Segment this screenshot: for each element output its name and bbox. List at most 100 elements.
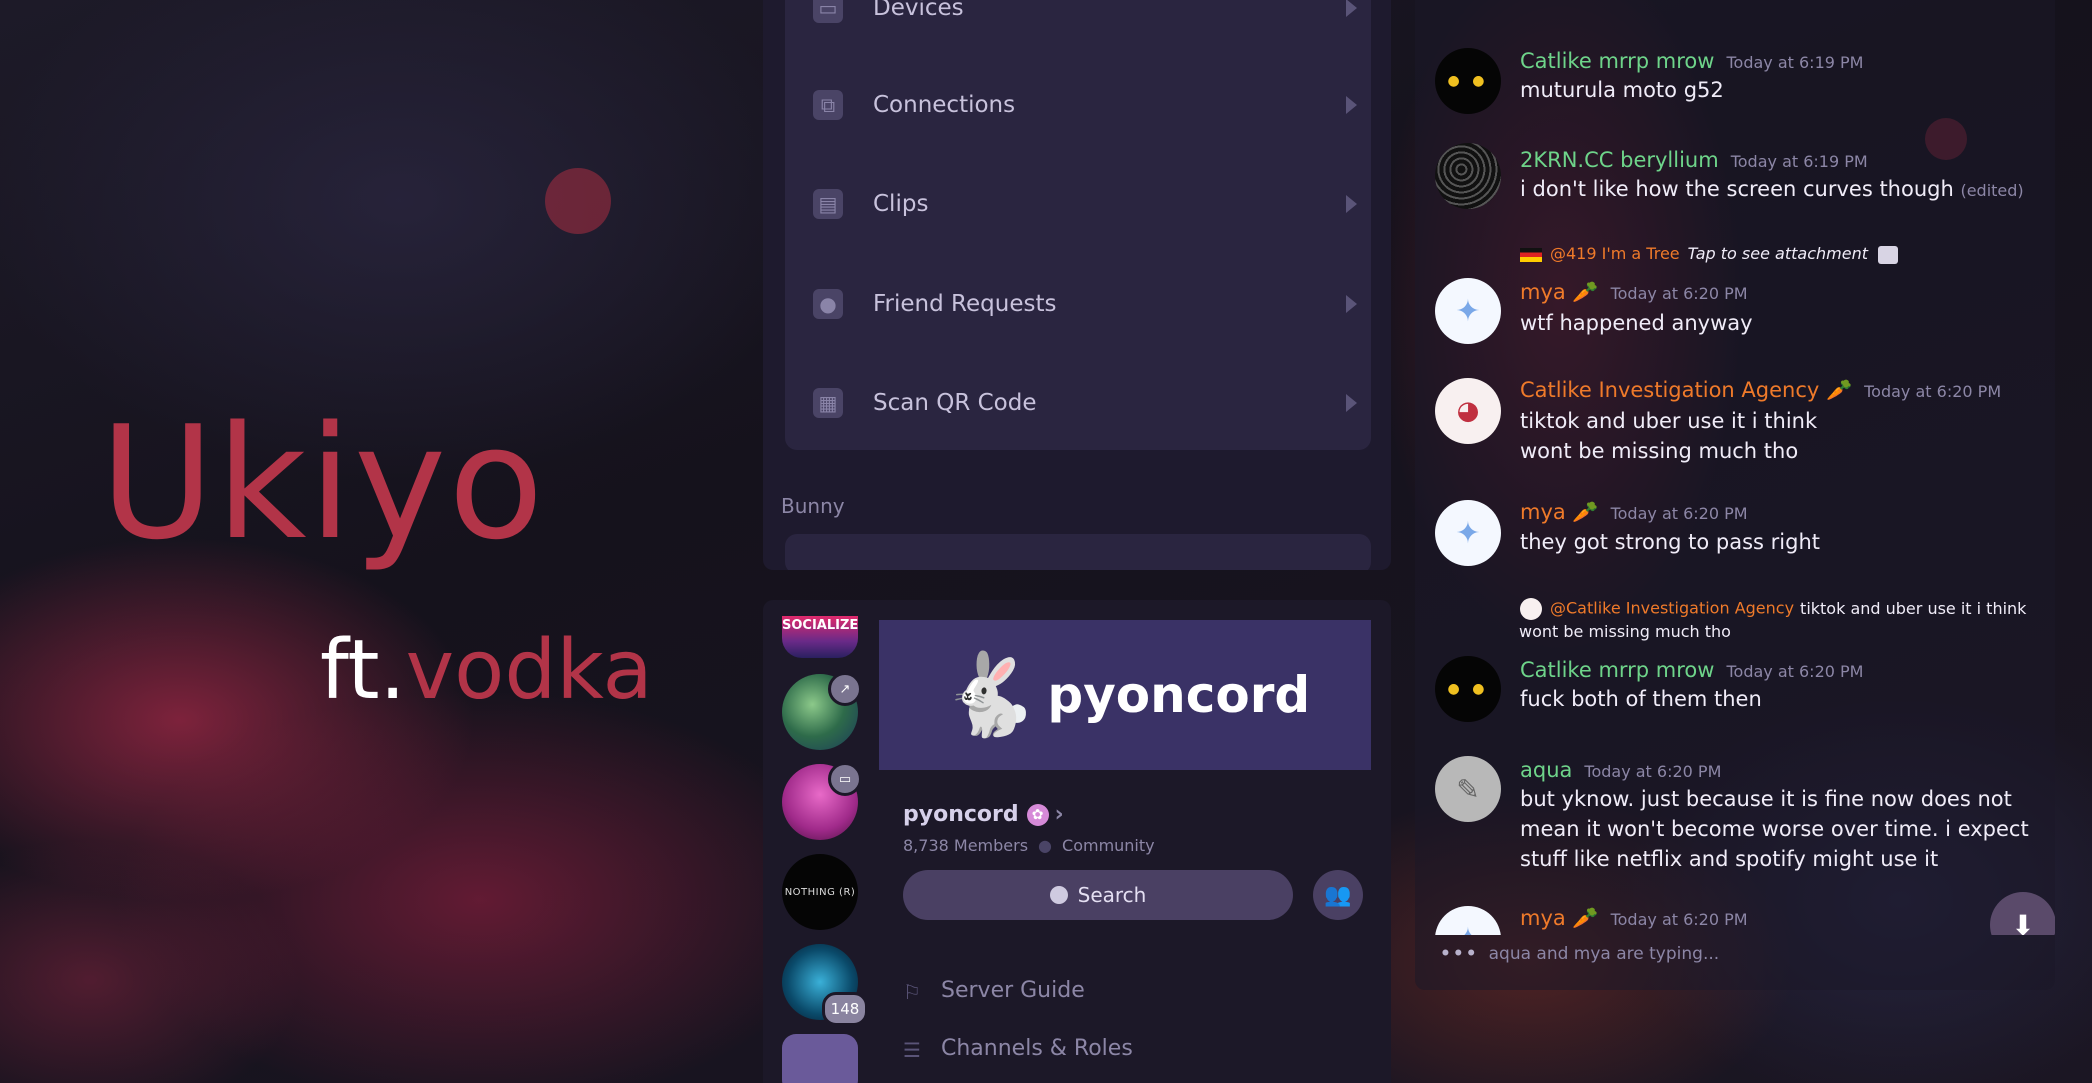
chevron-right-icon [1346, 96, 1357, 114]
message-header: Catlike Investigation Agency 🥕 Today at 6… [1520, 378, 2001, 403]
clips-icon: ▤ [813, 189, 843, 219]
banner-name: pyoncord [1047, 666, 1311, 724]
message[interactable]: ✦ mya 🥕 Today at 6:20 PM they got strong … [1435, 498, 2045, 578]
server-name-text: pyoncord [903, 802, 1019, 827]
friend-requests-icon: ● [813, 289, 843, 319]
reply-text-cont: wont be missing much tho [1519, 622, 1731, 641]
mention-count-badge: 148 [822, 992, 868, 1026]
partner-badge-icon: ✿ [1026, 804, 1049, 826]
search-button[interactable]: Search [903, 870, 1293, 920]
settings-item-label: Devices [873, 0, 964, 21]
message-text: muturula moto g52 [1520, 78, 1724, 102]
subtitle-ft: ft. [320, 623, 406, 718]
channels-icon: ☰ [903, 1037, 921, 1062]
message[interactable]: ● ● Catlike mrrp mrow Today at 6:19 PM mu… [1435, 44, 2045, 124]
nav-label: Server Guide [941, 978, 1085, 1003]
edited-label: (edited) [1960, 181, 2024, 200]
settings-item-clips[interactable]: ▤ Clips [785, 154, 1371, 254]
author-name[interactable]: mya 🥕 [1520, 906, 1599, 930]
message[interactable]: @Catlike Investigation Agency tiktok and … [1435, 598, 2045, 722]
author-name[interactable]: Catlike mrrp mrow [1520, 49, 1714, 73]
timestamp: Today at 6:19 PM [1730, 152, 1868, 171]
screen-icon: ▭ [828, 762, 862, 796]
image-icon [1877, 245, 1898, 264]
reply-preview[interactable]: @Catlike Investigation Agency tiktok and … [1520, 598, 2026, 620]
message-text: mean it won't become worse over time. i … [1520, 817, 2029, 841]
qr-code-icon: ▦ [813, 388, 843, 418]
guild-folder[interactable] [782, 1034, 858, 1083]
avatar[interactable] [1435, 143, 1501, 209]
nav-channels-roles[interactable]: ☰ Channels & Roles [903, 1036, 1133, 1062]
author-name[interactable]: aqua [1520, 758, 1572, 782]
author-name[interactable]: mya 🥕 [1520, 500, 1599, 524]
connections-icon: ⧉ [813, 90, 843, 120]
nav-label: Channels & Roles [941, 1036, 1133, 1061]
settings-item-connections[interactable]: ⧉ Connections [785, 55, 1371, 155]
server-meta: 8,738 Members ● Community [903, 836, 1155, 855]
timestamp: Today at 6:20 PM [1864, 382, 2002, 401]
timestamp: Today at 6:20 PM [1584, 762, 1722, 781]
server-banner: 🐇 pyoncord [879, 620, 1371, 770]
message-text: i don't like how the screen curves thoug… [1520, 174, 2024, 206]
chevron-right-icon [1346, 394, 1357, 412]
message-text: tiktok and uber use it i think [1520, 409, 1818, 433]
settings-card-next[interactable] [785, 534, 1371, 570]
avatar[interactable]: ● ● [1435, 656, 1501, 722]
message[interactable]: 2KRN.CC beryllium Today at 6:19 PM i don'… [1435, 143, 2045, 223]
chevron-right-icon: › [1054, 802, 1064, 827]
flag-icon [1520, 247, 1542, 262]
wallpaper-orb [545, 168, 611, 234]
link-icon: ↗ [828, 672, 862, 706]
message-header: Catlike mrrp mrow Today at 6:19 PM [1520, 49, 1863, 73]
settings-panel: ▭ Devices ⧉ Connections ▤ Clips ● Friend… [763, 0, 1391, 570]
typing-text: aqua and mya are typing... [1488, 944, 1720, 964]
reply-avatar [1520, 598, 1542, 620]
settings-item-scan-qr[interactable]: ▦ Scan QR Code [785, 353, 1371, 453]
message-text: but yknow. just because it is fine now d… [1520, 787, 2012, 811]
avatar[interactable]: ● ● [1435, 48, 1501, 114]
author-name[interactable]: 2KRN.CC beryllium [1520, 148, 1719, 172]
avatar[interactable]: ✦ [1435, 906, 1501, 935]
author-name[interactable]: mya 🥕 [1520, 280, 1599, 304]
avatar[interactable]: ✎ [1435, 756, 1501, 822]
arrow-down-icon: ⬇ [2011, 908, 2035, 936]
server-panel: SOCIALIZE ↗ ▭ NOTHING (R) 148 🐇 pyoncord… [763, 600, 1391, 1083]
reply-preview[interactable]: @419 I'm a Tree Tap to see attachment [1520, 244, 1898, 264]
add-user-icon: 👥 [1324, 882, 1352, 908]
nav-server-guide[interactable]: ⚐ Server Guide [903, 978, 1085, 1004]
settings-item-devices[interactable]: ▭ Devices [785, 0, 1371, 58]
guild-icon[interactable]: NOTHING (R) [782, 854, 858, 930]
settings-item-label: Clips [873, 191, 929, 217]
settings-item-label: Scan QR Code [873, 390, 1037, 416]
timestamp: Today at 6:19 PM [1726, 53, 1864, 72]
author-name[interactable]: Catlike Investigation Agency 🥕 [1520, 378, 1852, 402]
message[interactable]: ✎ aqua Today at 6:20 PM but yknow. just b… [1435, 754, 2045, 884]
settings-item-label: Connections [873, 92, 1016, 118]
author-name[interactable]: Catlike mrrp mrow [1520, 658, 1714, 682]
message-header: mya 🥕 Today at 6:20 PM [1520, 906, 1748, 931]
message-header: mya 🥕 Today at 6:20 PM [1520, 500, 1748, 525]
chevron-right-icon [1346, 295, 1357, 313]
message[interactable]: ✦ mya 🥕 Today at 6:20 PM [1435, 904, 2045, 935]
message-text: fuck both of them then [1520, 687, 1762, 711]
guild-label: SOCIALIZE [782, 618, 858, 633]
message-header: Catlike mrrp mrow Today at 6:20 PM [1520, 658, 1863, 682]
section-label: Bunny [781, 494, 845, 518]
settings-card: ▭ Devices ⧉ Connections ▤ Clips ● Friend… [785, 0, 1371, 450]
message[interactable]: @419 I'm a Tree Tap to see attachment ✦ m… [1435, 244, 2045, 344]
message-text: wtf happened anyway [1520, 311, 1753, 335]
reply-text: Tap to see attachment [1687, 244, 1868, 263]
avatar[interactable]: ◕ [1435, 378, 1501, 444]
jump-to-present-button[interactable]: ⬇ [1990, 892, 2055, 935]
settings-item-label: Friend Requests [873, 291, 1057, 317]
settings-item-friend-requests[interactable]: ● Friend Requests [785, 254, 1371, 354]
server-name[interactable]: pyoncord ✿ › [903, 802, 1064, 827]
member-count: 8,738 Members [903, 836, 1029, 855]
invite-members-button[interactable]: 👥 [1313, 870, 1363, 920]
avatar[interactable]: ✦ [1435, 278, 1501, 344]
guild-icon[interactable]: SOCIALIZE [782, 616, 858, 658]
avatar[interactable]: ✦ [1435, 500, 1501, 566]
timestamp: Today at 6:20 PM [1610, 284, 1748, 303]
hero-subtitle: ft.vodka [320, 630, 653, 712]
message[interactable]: ◕ Catlike Investigation Agency 🥕 Today at… [1435, 378, 2045, 478]
